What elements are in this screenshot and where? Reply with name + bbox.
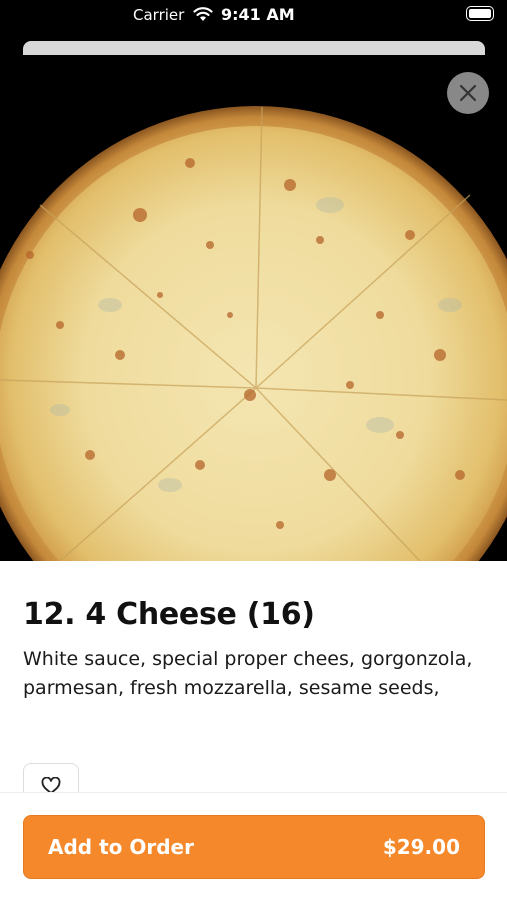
item-title: 12. 4 Cheese (16) bbox=[23, 597, 315, 632]
close-icon bbox=[459, 84, 477, 102]
pizza-image bbox=[0, 55, 507, 561]
add-to-order-button[interactable]: Add to Order $29.00 bbox=[23, 815, 485, 879]
order-price: $29.00 bbox=[382, 835, 460, 859]
clock-time: 9:41 AM bbox=[221, 5, 295, 24]
close-button[interactable] bbox=[447, 72, 489, 114]
status-bar: Carrier 9:41 AM bbox=[0, 0, 507, 32]
battery-icon bbox=[466, 6, 494, 21]
add-to-order-label: Add to Order bbox=[48, 835, 194, 859]
carrier-label: Carrier bbox=[133, 6, 185, 24]
sheet-top-edge bbox=[23, 41, 485, 55]
item-description: White sauce, special proper chees, gorgo… bbox=[23, 648, 473, 699]
bottom-action-bar: Add to Order $29.00 bbox=[0, 792, 507, 901]
wifi-icon bbox=[193, 7, 213, 21]
